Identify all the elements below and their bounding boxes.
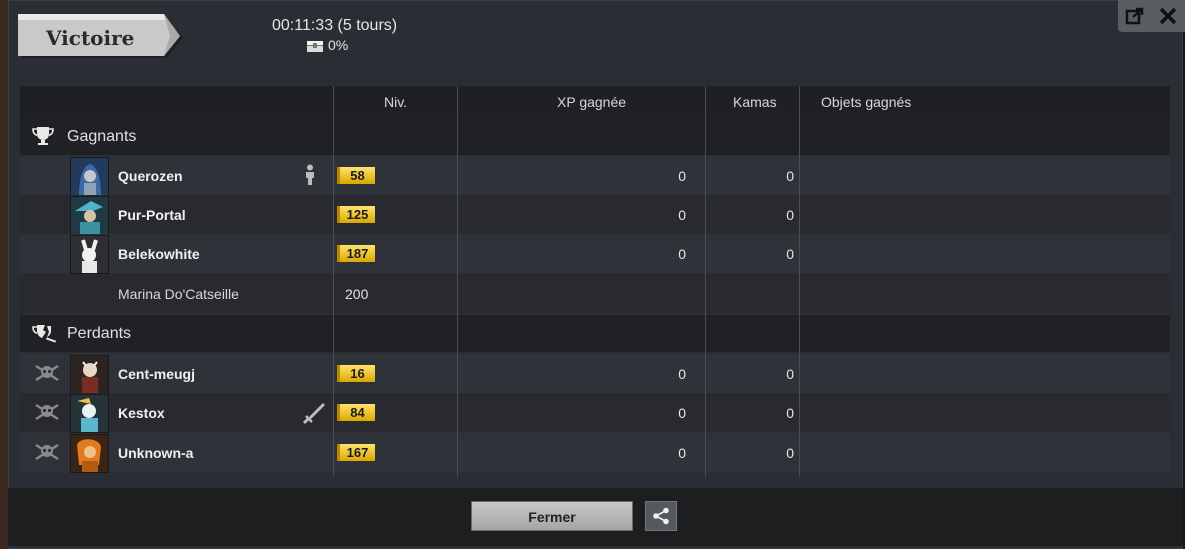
xp-value: 0 bbox=[678, 168, 686, 184]
chest-info: 0% bbox=[306, 37, 348, 53]
column-divider bbox=[333, 86, 334, 477]
level-badge: 187 bbox=[337, 245, 375, 262]
xp-value: 0 bbox=[678, 246, 686, 262]
background-scene bbox=[0, 0, 8, 549]
skull-icon bbox=[35, 364, 59, 382]
player-name: Kestox bbox=[118, 405, 165, 421]
brown-cow-character-icon bbox=[70, 355, 109, 394]
xp-value: 0 bbox=[678, 445, 686, 461]
table-row[interactable]: Kestox 84 0 0 bbox=[20, 393, 1170, 433]
level-badge: 167 bbox=[337, 444, 375, 461]
share-icon bbox=[653, 507, 669, 525]
kamas-value: 0 bbox=[786, 246, 794, 262]
player-name: Querozen bbox=[118, 168, 183, 184]
trophy-icon bbox=[32, 127, 54, 145]
xp-value: 0 bbox=[678, 207, 686, 223]
table-row[interactable]: Cent-meugj 16 0 0 bbox=[20, 354, 1170, 394]
blue-hooded-character-icon bbox=[70, 157, 109, 196]
losers-label: Perdants bbox=[67, 325, 132, 342]
table-row[interactable]: Pur-Portal 125 0 0 bbox=[20, 195, 1170, 235]
player-name: Marina Do'Catseille bbox=[118, 286, 239, 302]
level-badge: 16 bbox=[337, 365, 375, 382]
sword-icon bbox=[302, 403, 325, 425]
kamas-value: 0 bbox=[786, 366, 794, 382]
table-row[interactable]: Querozen 58 0 0 bbox=[20, 156, 1170, 196]
column-divider bbox=[457, 86, 458, 477]
winners-label: Gagnants bbox=[67, 128, 137, 145]
table-row[interactable]: Belekowhite 187 0 0 bbox=[20, 234, 1170, 274]
level-badge: 58 bbox=[337, 167, 375, 184]
xp-value: 0 bbox=[678, 405, 686, 421]
skull-icon bbox=[35, 403, 59, 421]
skull-icon bbox=[35, 443, 59, 461]
level-badge: 125 bbox=[337, 206, 375, 223]
teal-armored-character-icon bbox=[70, 196, 109, 235]
kamas-value: 0 bbox=[786, 207, 794, 223]
table-row[interactable]: Unknown-a 167 0 0 bbox=[20, 433, 1170, 473]
xp-value: 0 bbox=[678, 366, 686, 382]
kamas-value: 0 bbox=[786, 405, 794, 421]
col-kamas: Kamas bbox=[733, 94, 777, 110]
winners-section-header: Gagnants bbox=[20, 118, 1170, 155]
level-badge: 84 bbox=[337, 404, 375, 421]
losers-section-header: Perdants bbox=[20, 315, 1170, 352]
player-name: Unknown-a bbox=[118, 445, 194, 461]
chest-icon bbox=[307, 40, 323, 52]
col-items: Objets gagnés bbox=[821, 94, 912, 110]
kamas-value: 0 bbox=[786, 445, 794, 461]
player-name: Belekowhite bbox=[118, 246, 200, 262]
result-banner: Victoire bbox=[18, 14, 183, 62]
standing-person-icon bbox=[306, 164, 314, 185]
result-label: Victoire bbox=[46, 26, 135, 50]
share-button[interactable] bbox=[645, 501, 677, 531]
detach-window-icon[interactable] bbox=[1125, 7, 1145, 25]
window-controls bbox=[1118, 0, 1185, 32]
column-divider bbox=[705, 86, 706, 477]
white-cat-character-icon bbox=[70, 394, 109, 433]
orange-fox-character-icon bbox=[70, 434, 109, 473]
kamas-value: 0 bbox=[786, 168, 794, 184]
white-rabbit-character-icon bbox=[70, 235, 109, 274]
close-button[interactable]: Fermer bbox=[471, 501, 633, 531]
table-header: Niv. XP gagnée Kamas Objets gagnés bbox=[20, 86, 1170, 118]
fight-duration: 00:11:33 (5 tours) bbox=[272, 17, 398, 34]
col-level: Niv. bbox=[384, 94, 408, 110]
level-value: 200 bbox=[345, 286, 369, 302]
player-name: Cent-meugj bbox=[118, 366, 195, 382]
col-xp: XP gagnée bbox=[557, 94, 627, 110]
table-row[interactable]: Marina Do'Catseille 200 bbox=[20, 274, 1170, 313]
player-name: Pur-Portal bbox=[118, 207, 186, 223]
column-divider bbox=[799, 86, 800, 477]
chest-percent: 0% bbox=[328, 37, 349, 53]
broken-trophy-icon bbox=[32, 325, 57, 343]
close-icon[interactable] bbox=[1158, 7, 1178, 25]
